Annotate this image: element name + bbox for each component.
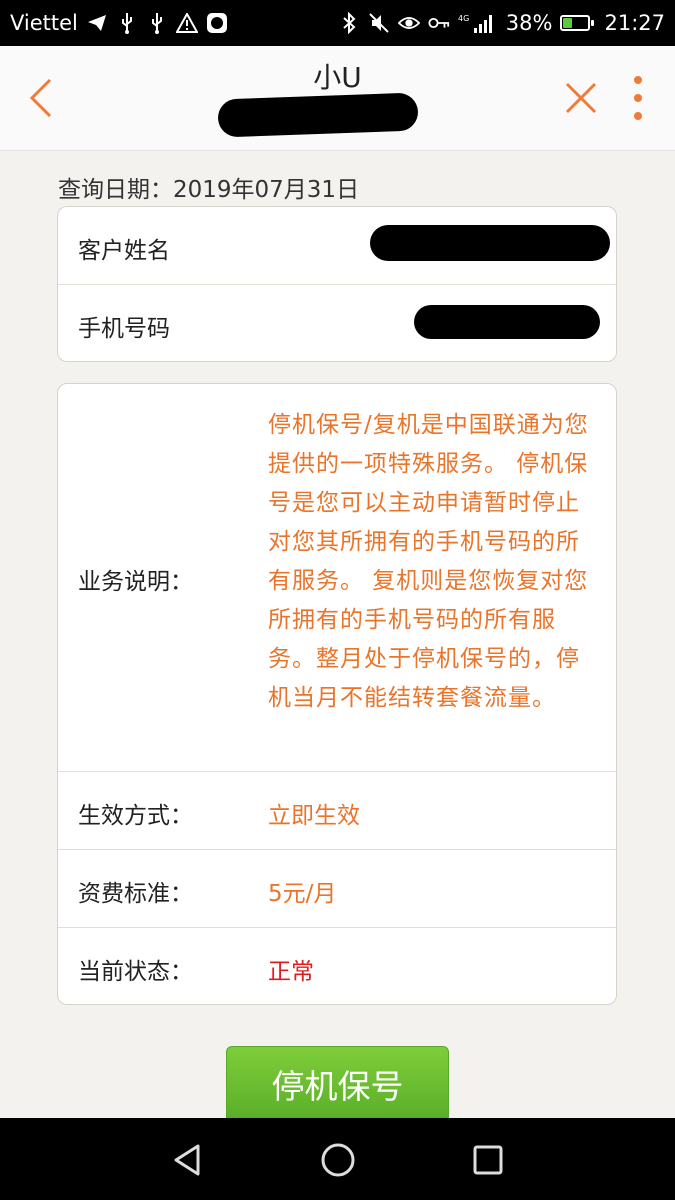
warning-icon (175, 12, 198, 34)
app-header: 小U (0, 46, 675, 151)
battery-charging-icon (560, 15, 595, 31)
redacted-subtitle (217, 92, 419, 138)
suspend-keep-number-button[interactable]: 停机保号 (226, 1046, 449, 1118)
query-date-value: 2019年07月31日 (173, 177, 360, 203)
phone-number-label: 手机号码 (78, 316, 170, 342)
mute-icon (368, 12, 390, 34)
service-description-row: 业务说明： 停机保号/复机是中国联通为您提供的一项特殊服务。 停机保号是您可以主… (58, 384, 616, 772)
current-status-label: 当前状态： (78, 959, 193, 985)
more-button[interactable] (623, 74, 653, 122)
customer-info-card: 客户姓名 手机号码 (57, 206, 617, 362)
bluetooth-icon (338, 12, 360, 34)
status-badge: 正常 (268, 959, 314, 985)
redacted-customer-name (370, 225, 610, 261)
usb-icon (116, 12, 138, 34)
service-description-label: 业务说明： (78, 569, 193, 595)
query-date: 查询日期：2019年07月31日 (58, 170, 359, 204)
clock: 21:27 (604, 11, 665, 35)
fee-standard-value: 5元/月 (268, 881, 337, 907)
signal-icon: 4G (458, 12, 498, 34)
nav-recents-button[interactable] (468, 1140, 508, 1180)
nav-back-icon (174, 1144, 200, 1176)
fee-standard-row: 资费标准： 5元/月 (58, 850, 616, 928)
carrier-label: Viettel (10, 11, 78, 35)
network-type-label: 4G (458, 14, 469, 23)
nav-recents-icon (473, 1145, 503, 1175)
query-date-label: 查询日期： (58, 177, 173, 203)
eye-icon (397, 12, 420, 34)
fee-standard-label: 资费标准： (78, 881, 193, 907)
key-icon (428, 12, 450, 34)
battery-percent: 38% (505, 11, 553, 35)
nav-back-button[interactable] (168, 1140, 208, 1180)
customer-name-row: 客户姓名 (58, 207, 616, 285)
redacted-phone-number (414, 305, 600, 339)
effect-method-label: 生效方式： (78, 803, 193, 829)
app-badge-icon (206, 12, 228, 34)
service-description-text: 停机保号/复机是中国联通为您提供的一项特殊服务。 停机保号是您可以主动申请暂时停… (268, 412, 589, 711)
system-nav-bar (0, 1118, 675, 1200)
nav-home-icon (321, 1143, 355, 1177)
close-button[interactable] (561, 78, 601, 118)
current-status-row: 当前状态： 正常 (58, 928, 616, 1004)
effect-method-value: 立即生效 (268, 803, 360, 829)
close-icon (565, 82, 597, 114)
customer-name-label: 客户姓名 (78, 238, 170, 264)
telegram-icon (86, 12, 108, 34)
usb-icon (146, 12, 168, 34)
service-info-card: 业务说明： 停机保号/复机是中国联通为您提供的一项特殊服务。 停机保号是您可以主… (57, 383, 617, 1005)
effect-method-row: 生效方式： 立即生效 (58, 772, 616, 850)
status-bar: Viettel 4G 38% 21:27 (0, 0, 675, 46)
nav-home-button[interactable] (318, 1140, 358, 1180)
more-vertical-icon (634, 76, 642, 120)
phone-number-row: 手机号码 (58, 285, 616, 361)
